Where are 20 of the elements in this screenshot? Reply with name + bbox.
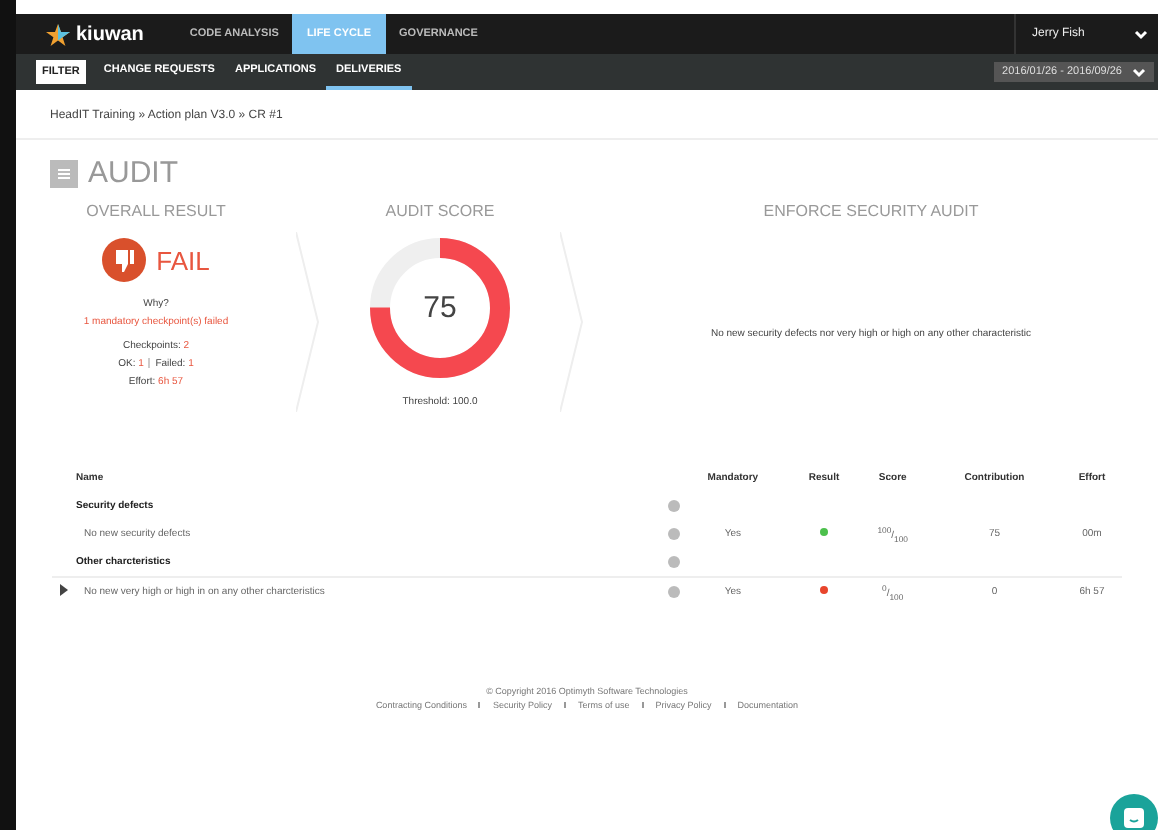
list-icon (50, 159, 78, 187)
page-title: AUDIT (88, 156, 178, 190)
chat-button[interactable] (1110, 794, 1158, 830)
section-heading: AUDIT SCORE (385, 202, 495, 220)
score-value: 75 (423, 291, 457, 325)
help-icon (668, 528, 680, 540)
expand-arrow-icon[interactable] (60, 584, 68, 596)
score-donut-chart (370, 238, 510, 378)
logo-text: kiuwan (76, 23, 144, 45)
result-text: FAIL (156, 245, 210, 275)
thumbs-down-icon (102, 238, 147, 282)
section-heading: OVERALL RESULT (86, 202, 226, 220)
section-heading: ENFORCE SECURITY AUDIT (763, 202, 979, 220)
help-icon (668, 586, 680, 598)
help-icon (668, 556, 680, 568)
chat-icon (1122, 806, 1146, 830)
help-icon (668, 500, 680, 512)
star-logo-icon (46, 23, 70, 45)
chevron-down-icon (1132, 67, 1146, 77)
chevron-down-icon (1134, 29, 1148, 39)
